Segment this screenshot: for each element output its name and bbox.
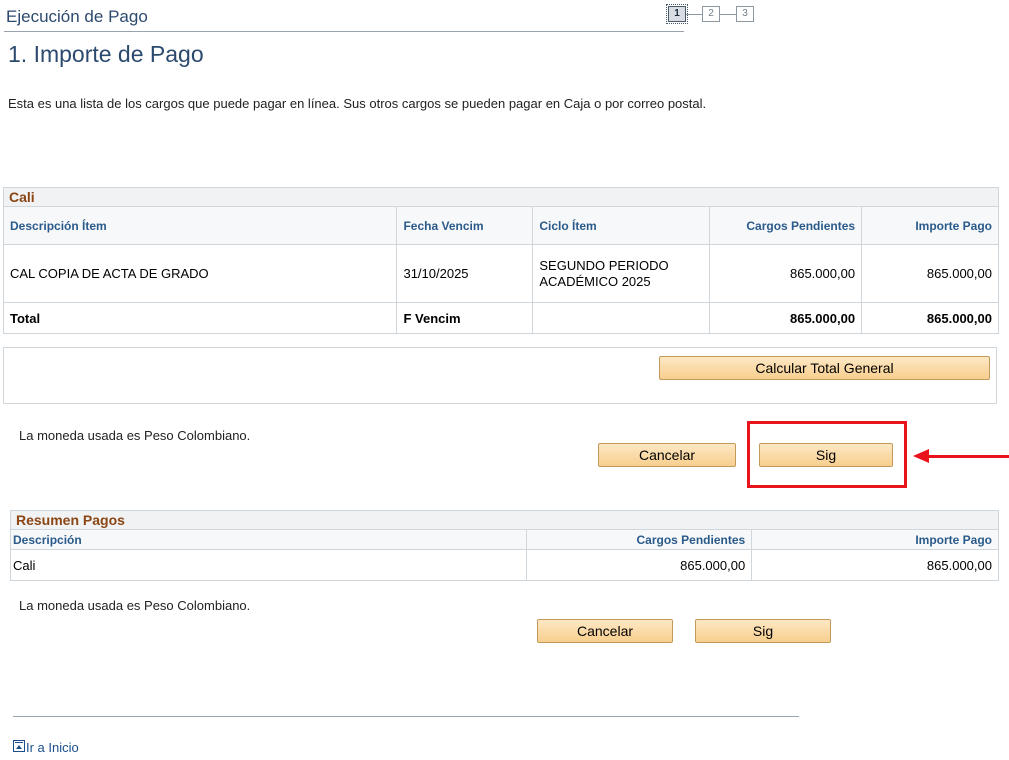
cell-cargos: 865.000,00 <box>709 244 863 303</box>
step-2: 2 <box>702 6 720 22</box>
page-header-title: Ejecución de Pago <box>6 7 148 26</box>
cell-descripcion: CAL COPIA DE ACTA DE GRADO <box>2 244 398 303</box>
cancel-button[interactable]: Cancelar <box>537 619 673 643</box>
column-header-cargos: Cargos Pendientes <box>709 206 863 245</box>
left-arrow-icon <box>927 455 1009 458</box>
step-3: 3 <box>736 6 754 22</box>
column-header-importe: Importe Pago <box>861 206 999 245</box>
currency-note: La moneda usada es Peso Colombiano. <box>19 428 251 443</box>
header-divider <box>4 31 684 32</box>
go-to-top-label: Ir a Inicio <box>26 740 79 755</box>
step-connector <box>686 14 702 15</box>
cell-descripcion: Cali <box>9 549 528 581</box>
next-button[interactable]: Sig <box>695 619 831 643</box>
summary-caption: Resumen Pagos <box>10 510 999 530</box>
total-importe: 865.000,00 <box>861 302 999 334</box>
cell-cargos: 865.000,00 <box>526 549 753 581</box>
cell-ciclo: SEGUNDO PERIODO ACADÉMICO 2025 <box>532 244 711 303</box>
total-row: Total F Vencim 865.000,00 865.000,00 <box>2 302 999 334</box>
currency-note: La moneda usada es Peso Colombiano. <box>19 598 251 613</box>
table-row: CAL COPIA DE ACTA DE GRADO 31/10/2025 SE… <box>2 244 999 303</box>
total-ciclo <box>532 302 711 334</box>
column-header-ciclo: Ciclo Ítem <box>532 206 711 245</box>
go-to-top-link[interactable]: Ir a Inicio <box>13 739 79 755</box>
calculate-total-button[interactable]: Calcular Total General <box>659 356 990 380</box>
total-fecha: F Vencim <box>396 302 534 334</box>
table-row: Cali 865.000,00 865.000,00 <box>9 549 999 581</box>
step-1: 1 <box>666 4 688 24</box>
cell-fecha: 31/10/2025 <box>396 244 534 303</box>
column-header-fecha: Fecha Vencim <box>396 206 534 245</box>
column-header-descripcion: Descripción Ítem <box>2 206 398 245</box>
intro-text: Esta es una lista de los cargos que pued… <box>8 96 707 111</box>
column-header-importe: Importe Pago <box>751 529 999 550</box>
grid-caption: Cali <box>3 187 999 207</box>
total-label: Total <box>2 302 398 334</box>
page-title: 1. Importe de Pago <box>8 41 204 67</box>
column-header-descripcion: Descripción <box>9 529 528 550</box>
column-header-cargos: Cargos Pendientes <box>526 529 753 550</box>
charges-grid: Cali Descripción Ítem Fecha Vencim Ciclo… <box>2 187 999 334</box>
cell-importe: 865.000,00 <box>751 549 999 581</box>
cell-importe: 865.000,00 <box>861 244 999 303</box>
step-connector <box>720 14 736 15</box>
total-cargos: 865.000,00 <box>709 302 863 334</box>
highlight-box <box>747 421 907 488</box>
summary-grid: Resumen Pagos Descripción Cargos Pendien… <box>9 510 999 581</box>
footer-divider <box>13 716 799 717</box>
arrow-head <box>913 449 929 463</box>
cancel-button[interactable]: Cancelar <box>598 443 736 467</box>
go-to-top-icon <box>13 739 25 752</box>
